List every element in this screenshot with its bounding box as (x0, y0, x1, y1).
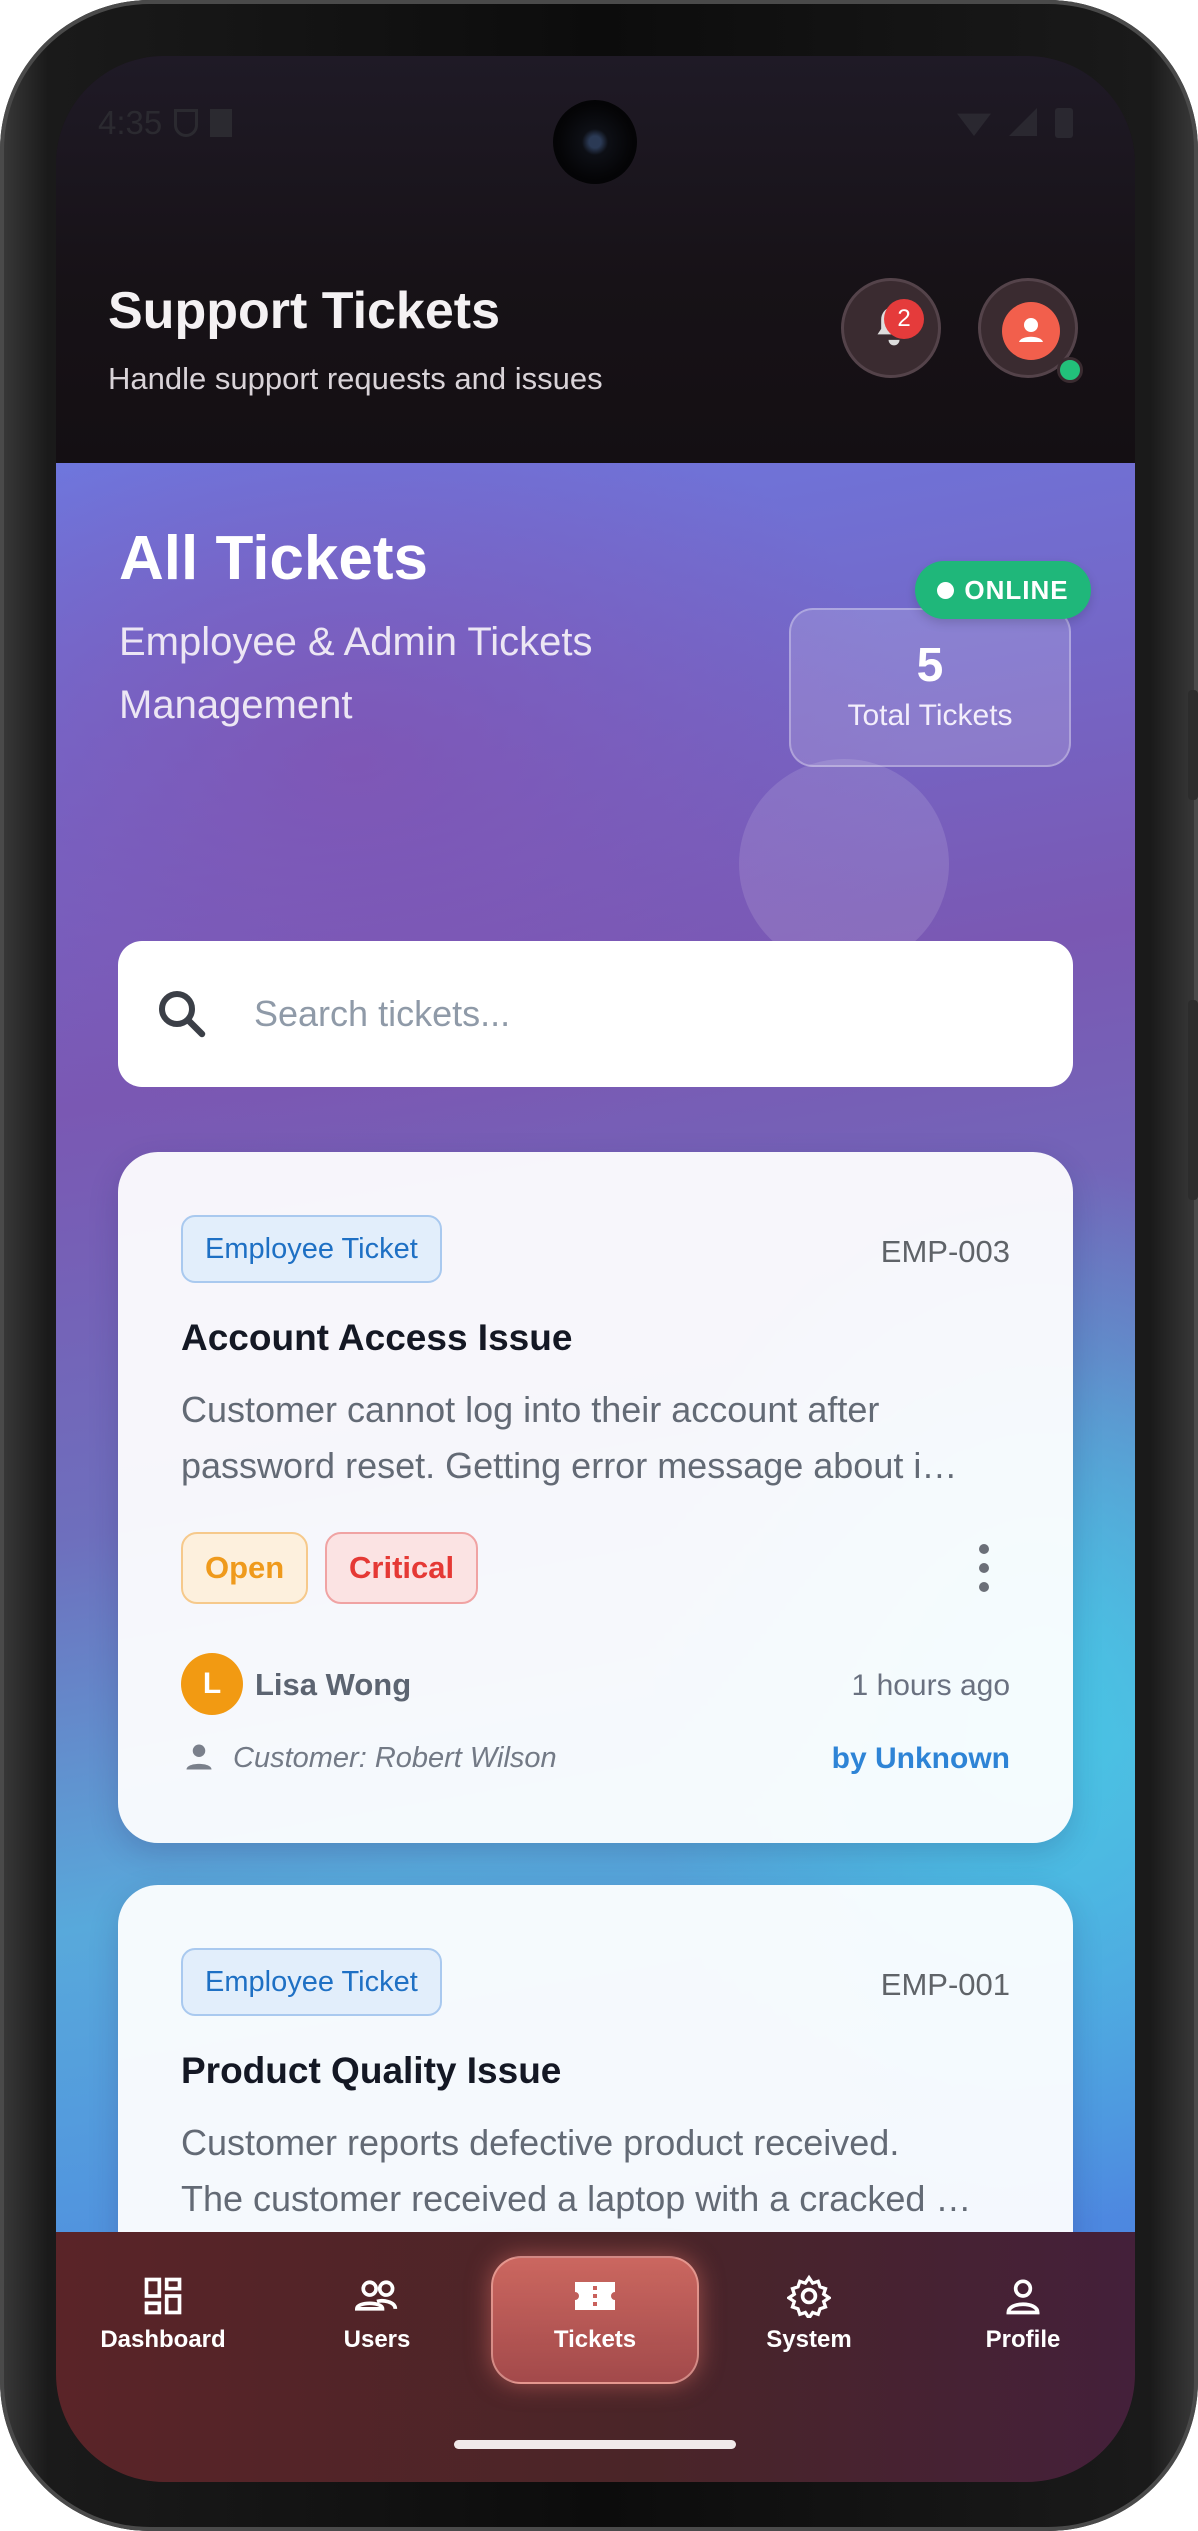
total-tickets-label: Total Tickets (847, 699, 1013, 732)
ticket-card[interactable]: Employee Ticket EMP-003 Account Access I… (118, 1152, 1073, 1843)
screen: 4:35 Support Tickets Handle support requ… (56, 56, 1135, 2482)
nav-system[interactable]: System (734, 2274, 884, 2354)
page-title: Support Tickets (108, 282, 501, 340)
notification-badge: 2 (884, 299, 924, 339)
profile-avatar-button[interactable] (978, 278, 1083, 383)
main-content: All Tickets Employee & Admin Tickets Man… (56, 463, 1135, 2232)
person-icon (1006, 2279, 1040, 2315)
nav-users[interactable]: Users (302, 2274, 452, 2354)
bottom-navigation: Dashboard Users Tickets System Profile (56, 2232, 1135, 2482)
section-title: All Tickets (119, 524, 429, 593)
ticket-title: Account Access Issue (181, 1317, 573, 1358)
total-tickets-box: 5 Total Tickets (789, 608, 1071, 767)
online-status-badge: ONLINE (915, 561, 1091, 619)
page-subtitle: Handle support requests and issues (108, 361, 603, 396)
ticket-type-chip: Employee Ticket (181, 1215, 442, 1283)
customer-name: Customer: Robert Wilson (233, 1742, 557, 1774)
more-options-icon[interactable] (979, 1544, 993, 1601)
nav-label: Users (343, 2326, 411, 2353)
volume-button (1188, 690, 1198, 800)
ticket-id: EMP-001 (880, 1967, 1010, 2002)
ticket-description-line: Customer reports defective product recei… (181, 2122, 900, 2163)
ticket-time: 1 hours ago (851, 1669, 1010, 1702)
sim-icon (210, 109, 233, 137)
gear-icon (787, 2274, 831, 2318)
assignee-avatar: L (181, 1653, 243, 1715)
signal-icon (1009, 108, 1037, 136)
users-icon (354, 2280, 398, 2311)
online-label: ONLINE (964, 574, 1069, 605)
nav-profile[interactable]: Profile (948, 2274, 1098, 2354)
search-input[interactable] (252, 992, 956, 1036)
status-time: 4:35 (98, 104, 163, 141)
created-by-link[interactable]: by Unknown (832, 1742, 1010, 1776)
person-icon (1019, 318, 1043, 342)
online-status-dot (1057, 357, 1083, 383)
nav-label: Dashboard (100, 2326, 226, 2353)
status-badge: Open (181, 1532, 309, 1604)
status-icons (957, 108, 1073, 138)
app-header: 4:35 Support Tickets Handle support requ… (56, 56, 1135, 463)
nav-dashboard[interactable]: Dashboard (88, 2274, 238, 2354)
online-dot (937, 581, 955, 599)
nav-tickets[interactable]: Tickets (520, 2274, 670, 2354)
status-bar: 4:35 (98, 104, 233, 142)
shield-icon (174, 109, 199, 137)
nav-label: Tickets (553, 2326, 637, 2353)
priority-badge: Critical (325, 1532, 479, 1604)
dashboard-icon (144, 2277, 182, 2315)
decorative-circle (739, 759, 949, 969)
front-camera (553, 100, 637, 184)
assignee-name: Lisa Wong (255, 1667, 412, 1702)
ticket-id: EMP-003 (880, 1234, 1010, 1269)
nav-label: Profile (985, 2326, 1061, 2353)
home-indicator[interactable] (454, 2440, 736, 2449)
ticket-title: Product Quality Issue (181, 2050, 562, 2091)
wifi-icon (957, 113, 991, 136)
notifications-button[interactable]: 2 (841, 278, 941, 378)
ticket-description-line: password reset. Getting error message ab… (181, 1445, 958, 1486)
ticket-type-chip: Employee Ticket (181, 1948, 442, 2016)
search-icon (159, 991, 206, 1038)
search-bar[interactable] (118, 941, 1073, 1087)
avatar (1002, 302, 1060, 360)
ticket-card[interactable]: Employee Ticket EMP-001 Product Quality … (118, 1885, 1073, 2232)
total-tickets-count: 5 (916, 639, 944, 692)
power-button (1188, 1000, 1198, 1200)
nav-label: System (766, 2326, 852, 2353)
ticket-description-line: Customer cannot log into their account a… (181, 1389, 880, 1430)
ticket-icon (575, 2282, 615, 2310)
ticket-description: Customer cannot log into their account a… (181, 1382, 1011, 1494)
person-icon (186, 1744, 212, 1770)
phone-frame: 4:35 Support Tickets Handle support requ… (0, 0, 1198, 2531)
ticket-description: Customer reports defective product recei… (181, 2115, 1011, 2227)
ticket-description-line: The customer received a laptop with a cr… (181, 2178, 972, 2219)
section-subtitle: Employee & Admin Tickets Management (119, 620, 593, 727)
battery-icon (1055, 108, 1073, 138)
